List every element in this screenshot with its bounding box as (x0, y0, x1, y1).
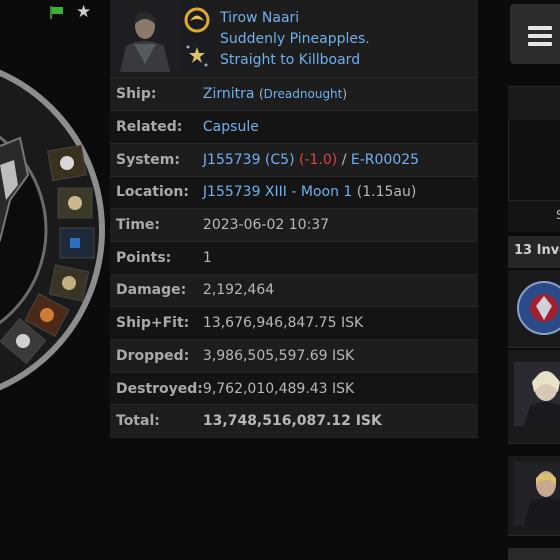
damage-value: 2,192,464 (202, 274, 478, 308)
points-value: 1 (202, 241, 478, 275)
attacker-portrait (514, 362, 560, 426)
menu-button[interactable] (510, 4, 560, 64)
right-panel-letter: S (556, 208, 560, 222)
kill-details-table: Ship: Zirnitra (Dreadnought) Related: Ca… (110, 78, 478, 439)
star-icon[interactable]: ★ (76, 4, 91, 21)
kill-detail-card: Tirow Naari Suddenly Pineapples. Straigh… (110, 0, 478, 439)
ship-group-close: ) (342, 87, 348, 102)
row-total: Total: 13,748,516,087.12 ISK (110, 404, 478, 439)
system-label: System: (110, 143, 203, 177)
ship-fit-label: Ship+Fit: (110, 306, 203, 340)
fitting-wheel: ★ (0, 0, 110, 560)
row-ship: Ship: Zirnitra (Dreadnought) (110, 78, 478, 112)
ship-link[interactable]: Zirnitra (203, 86, 255, 102)
ship-fit-value: 13,676,946,847.75 ISK (202, 306, 478, 340)
damage-label: Damage: (110, 274, 203, 308)
location-label: Location: (110, 176, 203, 210)
row-damage: Damage: 2,192,464 (110, 274, 478, 308)
destroyed-label: Destroyed: (110, 372, 203, 406)
involved-count-label: 13 Invo (514, 243, 560, 258)
dropped-value: 3,986,505,597.69 ISK (202, 339, 478, 373)
system-link[interactable]: J155739 (C5) (203, 152, 295, 168)
dropped-label: Dropped: (110, 339, 203, 373)
total-value: 13,748,516,087.12 ISK (202, 404, 478, 439)
total-label: Total: (110, 404, 203, 439)
killboard-link[interactable]: Straight to Killboard (220, 52, 360, 68)
row-time: Time: 2023-06-02 10:37 (110, 208, 478, 242)
row-points: Points: 1 (110, 241, 478, 275)
victim-name-link[interactable]: Tirow Naari (220, 10, 299, 26)
time-label: Time: (110, 208, 203, 242)
victim-header: Tirow Naari Suddenly Pineapples. Straigh… (110, 0, 478, 78)
right-panel-header (508, 86, 560, 120)
attacker-row[interactable] (508, 548, 560, 560)
menu-icon (528, 26, 552, 50)
row-related: Related: Capsule (110, 110, 478, 144)
attacker-portrait (514, 462, 560, 526)
row-dropped: Dropped: 3,986,505,597.69 ISK (110, 339, 478, 373)
row-destroyed: Destroyed: 9,762,010,489.43 ISK (110, 372, 478, 406)
time-value: 2023-06-02 10:37 (202, 208, 478, 242)
row-location: Location: J155739 XIII - Moon 1 (1.15au) (110, 176, 478, 210)
right-column: S 13 Invo (508, 0, 560, 560)
points-label: Points: (110, 241, 203, 275)
related-label: Related: (110, 110, 203, 144)
location-link[interactable]: J155739 XIII - Moon 1 (203, 184, 352, 200)
attacker-row[interactable] (508, 270, 560, 348)
corporation-logo[interactable] (180, 4, 214, 36)
right-panel-body (508, 120, 560, 200)
row-system: System: J155739 (C5) (-1.0) / E-R00025 (110, 143, 478, 177)
location-distance: (1.15au) (356, 184, 417, 201)
victim-portrait[interactable] (112, 4, 178, 72)
region-link[interactable]: E-R00025 (351, 152, 419, 168)
victim-corporation-link[interactable]: Suddenly Pineapples. (220, 31, 370, 47)
ship-label: Ship: (110, 78, 203, 112)
flag-icon[interactable] (48, 5, 64, 19)
row-ship-fit: Ship+Fit: 13,676,946,847.75 ISK (110, 306, 478, 340)
attacker-row[interactable] (508, 350, 560, 444)
related-link[interactable]: Capsule (203, 119, 259, 135)
attacker-row[interactable] (508, 456, 560, 536)
destroyed-value: 9,762,010,489.43 ISK (202, 372, 478, 406)
fitting-wheel-graphic (0, 69, 105, 391)
alliance-logo[interactable] (180, 39, 214, 72)
ship-group-link[interactable]: Dreadnought (264, 87, 343, 101)
right-panel-footer (508, 200, 560, 232)
system-security: (-1.0) (299, 151, 338, 168)
attacker-logo (514, 276, 560, 340)
system-separator: / (337, 151, 351, 168)
